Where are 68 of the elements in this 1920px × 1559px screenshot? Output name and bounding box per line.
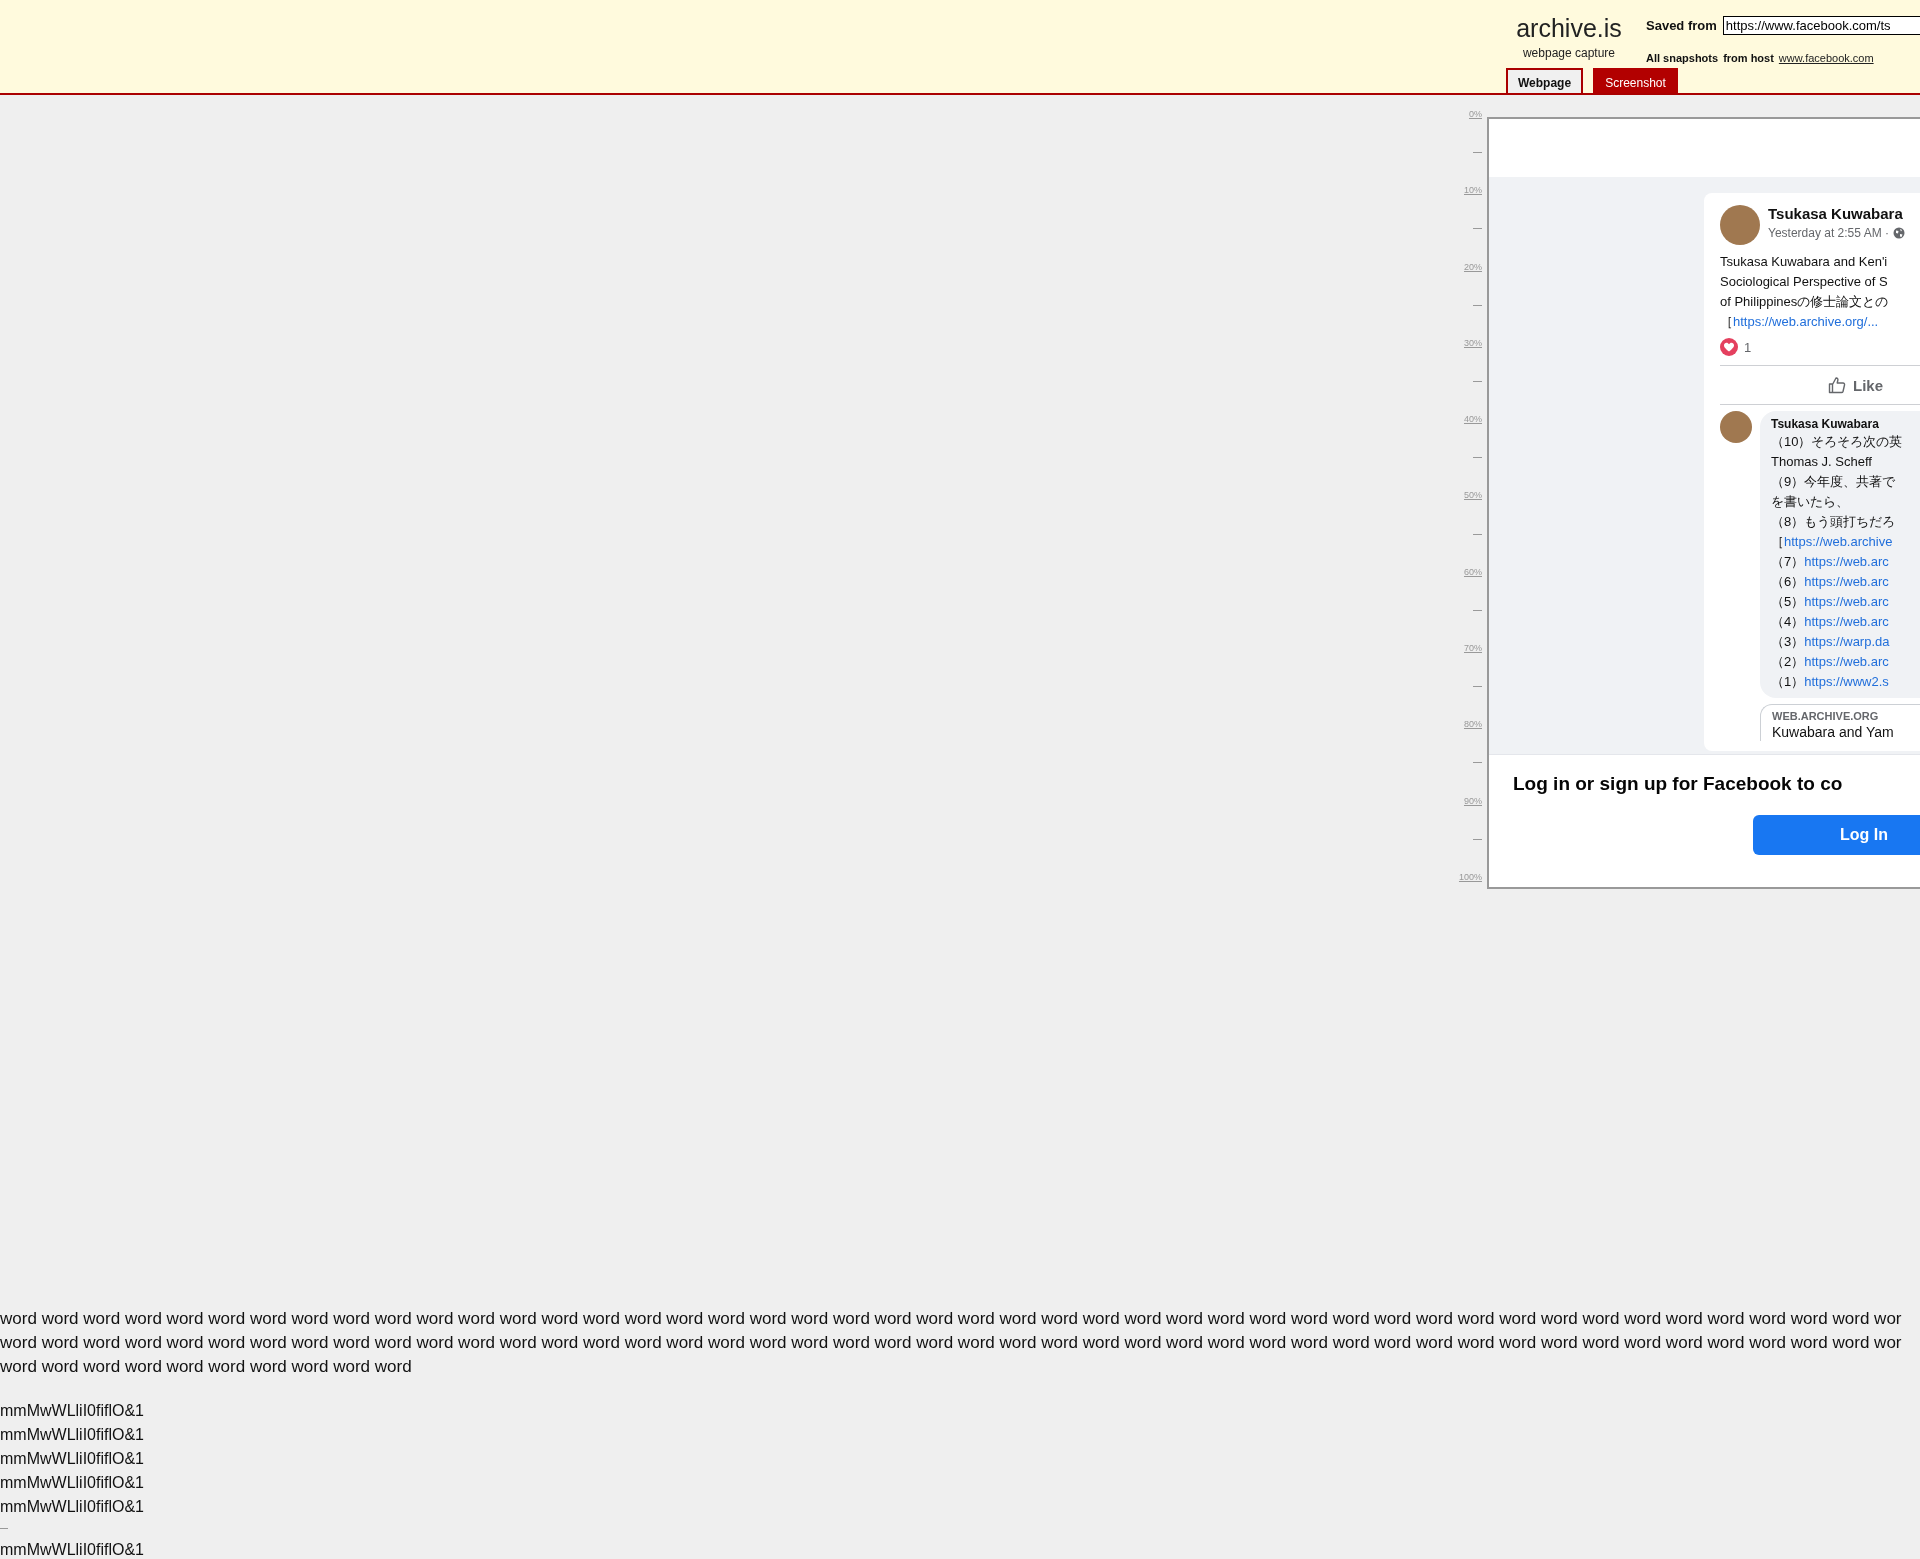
comment-link[interactable]: https://web.arc	[1804, 574, 1889, 589]
comment-link[interactable]: https://web.arc	[1804, 654, 1889, 669]
sample-text: mmMwWLliI0fiflO&1	[0, 1473, 145, 1493]
comment-link[interactable]: https://www2.s	[1804, 674, 1889, 689]
preview-title: Kuwabara and Yam	[1772, 724, 1895, 741]
ruler-link[interactable]: 40%	[1464, 414, 1482, 426]
avatar-icon	[1720, 205, 1760, 245]
comment-text: ［	[1771, 534, 1784, 549]
comment-text: （7）	[1771, 554, 1805, 569]
comment-text: （8）もう頭打ちだろ	[1771, 513, 1897, 531]
post-time[interactable]: Yesterday at 2:55 AM ·	[1768, 226, 1889, 240]
post-text: Tsukasa Kuwabara and Ken'i	[1720, 253, 1889, 271]
ruler-link[interactable]: 30%	[1464, 337, 1482, 349]
tagline: webpage capture	[1522, 46, 1616, 60]
tab[interactable]: Screenshot	[1593, 68, 1678, 93]
comment-link[interactable]: https://web.arc	[1804, 554, 1889, 569]
comment-link[interactable]: https://warp.da	[1804, 634, 1890, 649]
comment-link[interactable]: https://web.archive	[1784, 534, 1893, 549]
body-text: word word word word word word word word word word	[0, 1356, 413, 1378]
preview-domain: WEB.ARCHIVE.ORG	[1772, 710, 1880, 722]
globe-icon	[1892, 227, 1905, 239]
comment-text: （2）	[1771, 654, 1805, 669]
like-button[interactable]: Like	[1828, 376, 1883, 394]
ruler-link[interactable]: 70%	[1464, 642, 1482, 654]
login-button[interactable]: Log In	[1753, 815, 1920, 855]
bracket-text: ［	[1720, 314, 1733, 329]
ruler-link[interactable]: 10%	[1464, 185, 1482, 197]
site-logo[interactable]: archive.is	[1516, 13, 1622, 43]
ruler-link[interactable]: 20%	[1464, 261, 1482, 273]
body-text: word word word word word word word word word word word word word word word word word word word word word word word word word word word word word word word word word word word word word word word word word word word word word wor	[0, 1308, 1903, 1330]
comment-text: （10）そろそろ次の英	[1771, 433, 1904, 451]
ruler-link[interactable]: 0%	[1469, 109, 1482, 120]
avatar-icon	[1720, 411, 1752, 443]
host-link[interactable]: www.facebook.com	[1778, 52, 1874, 64]
thumbs-up-icon	[1828, 376, 1846, 394]
all-snapshots-label: All snapshots	[1646, 52, 1719, 64]
ruler-link[interactable]: 100%	[1458, 871, 1482, 883]
comment-link[interactable]: https://web.arc	[1804, 614, 1889, 629]
author-name[interactable]: Tsukasa Kuwabara	[1768, 205, 1905, 223]
comment-text: （1）	[1771, 674, 1805, 689]
comment-text: （9）今年度、共著で	[1771, 473, 1897, 491]
comment-text: を書いたら、	[1771, 493, 1850, 511]
comment-author[interactable]: Tsukasa Kuwabara	[1771, 417, 1920, 432]
login-heading: Log in or sign up for Facebook to co	[1513, 773, 1844, 795]
post-text: Sociological Perspective of S	[1720, 273, 1889, 291]
body-text: word word word word word word word word word word word word word word word word word word word word word word word word word word word word word word word word word word word word word word word word word word word word word wor	[0, 1332, 1903, 1354]
ruler-link[interactable]: 90%	[1464, 795, 1482, 807]
from-host-label: from host	[1723, 52, 1774, 64]
sample-text: mmMwWLliI0fiflO&1	[0, 1449, 145, 1469]
comment-text: （4）	[1771, 614, 1805, 629]
saved-from-label: Saved from	[1646, 17, 1717, 33]
reaction-count: 1	[1744, 339, 1752, 355]
sample-text: mmMwWLliI0fiflO&1	[0, 1425, 145, 1445]
tab[interactable]: Webpage	[1506, 68, 1584, 93]
post-text: of Philippinesの修士論文との	[1720, 293, 1890, 311]
comment-link[interactable]: https://web.arc	[1804, 594, 1889, 609]
sample-text: mmMwWLliI0fiflO&1	[0, 1540, 145, 1559]
ruler-link[interactable]: 50%	[1464, 490, 1482, 502]
comment-text: Thomas J. Scheff	[1771, 453, 1873, 471]
sample-text: mmMwWLliI0fiflO&1	[0, 1401, 145, 1421]
sample-text: mmMwWLliI0fiflO&1	[0, 1497, 145, 1517]
ruler-link[interactable]: 60%	[1464, 566, 1482, 578]
url-field[interactable]: https://www.facebook.com/ts	[1722, 15, 1920, 35]
post-link[interactable]: https://web.archive.org/...	[1733, 314, 1879, 329]
comment-text: （6）	[1771, 574, 1805, 589]
comment-text: （5）	[1771, 594, 1805, 609]
comment-text: （3）	[1771, 634, 1805, 649]
ruler-link[interactable]: 80%	[1464, 719, 1482, 731]
